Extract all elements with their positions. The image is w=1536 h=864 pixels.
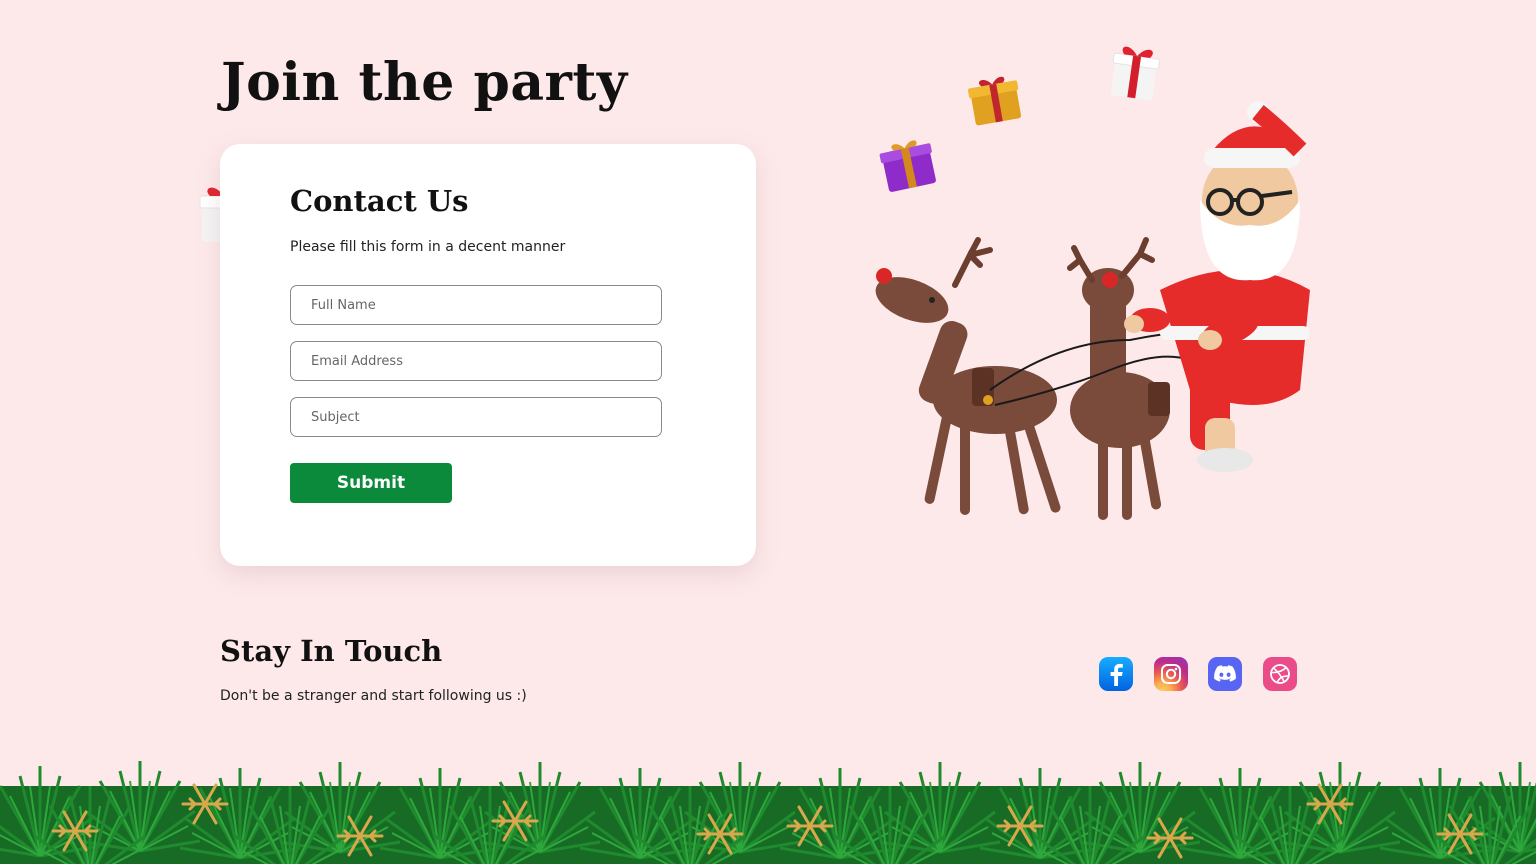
email-input[interactable]	[290, 341, 662, 381]
facebook-icon[interactable]	[1099, 657, 1133, 691]
dribbble-icon[interactable]	[1263, 657, 1297, 691]
full-name-input[interactable]	[290, 285, 662, 325]
contact-card: Contact Us Please fill this form in a de…	[220, 144, 756, 566]
subject-input[interactable]	[290, 397, 662, 437]
discord-icon[interactable]	[1208, 657, 1242, 691]
pine-garland-decoration	[0, 759, 1536, 864]
stay-in-touch-title: Stay In Touch	[220, 634, 443, 668]
santa-reindeer-illustration	[875, 101, 1310, 520]
contact-title: Contact Us	[290, 184, 469, 218]
instagram-icon[interactable]	[1154, 657, 1188, 691]
page-title: Join the party	[221, 52, 628, 113]
stay-in-touch-subtitle: Don't be a stranger and start following …	[220, 688, 527, 704]
contact-subtitle: Please fill this form in a decent manner	[290, 239, 566, 255]
submit-button[interactable]: Submit	[290, 463, 452, 503]
